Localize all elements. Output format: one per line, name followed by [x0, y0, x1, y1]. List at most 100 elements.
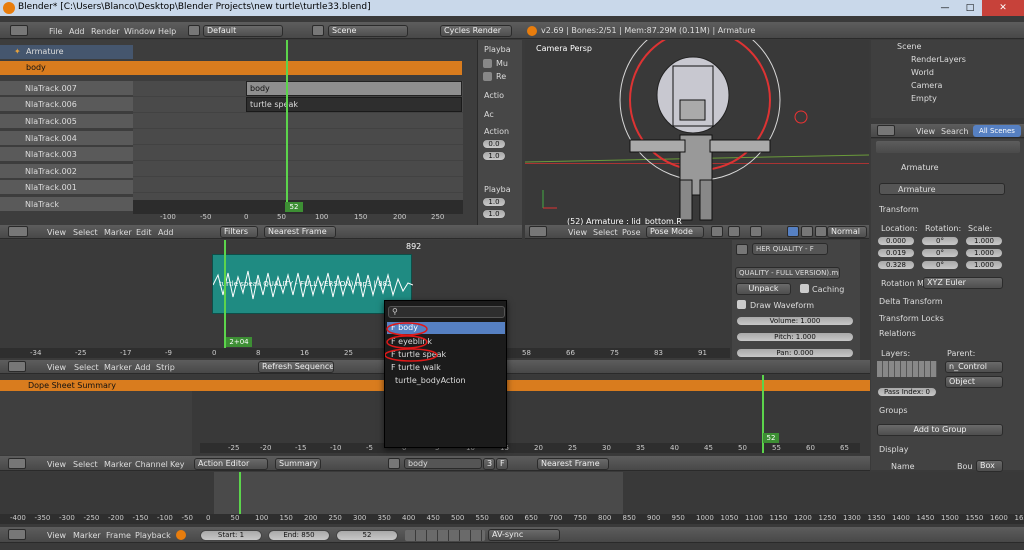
end-frame-field[interactable]: End: 850	[268, 530, 330, 541]
current-frame-field[interactable]: 52	[336, 530, 398, 541]
outliner-item-scene[interactable]: Scene	[897, 43, 921, 51]
editor-mode-select[interactable]: Action Editor	[194, 458, 268, 470]
menu-view[interactable]: View	[47, 228, 66, 237]
screen-layout-field[interactable]: Default	[203, 25, 283, 37]
shading-icon[interactable]	[711, 226, 723, 237]
action-end-field[interactable]: 1.0	[482, 151, 506, 161]
editor-type-icon[interactable]	[10, 25, 28, 36]
refresh-sequencer-button[interactable]: Refresh Sequencer	[258, 361, 334, 373]
add-to-group-button[interactable]: Add to Group	[877, 424, 1003, 436]
menu-frame[interactable]: Frame	[106, 531, 131, 540]
menu-marker[interactable]: Marker	[104, 363, 132, 372]
menu-key[interactable]: Key	[170, 460, 185, 469]
nla-strip-body[interactable]: body	[246, 81, 462, 96]
menu-strip[interactable]: Strip	[156, 363, 175, 372]
menu-marker[interactable]: Marker	[104, 228, 132, 237]
menu-add[interactable]: Add	[135, 363, 151, 372]
close-button[interactable]: ✕	[982, 0, 1024, 16]
parent-type-select[interactable]: Object	[945, 376, 1003, 388]
menu-view[interactable]: View	[47, 363, 66, 372]
menu-view[interactable]: View	[568, 228, 587, 237]
sync-mode-select[interactable]: AV-sync	[488, 529, 560, 541]
playback-controls[interactable]	[405, 530, 485, 541]
snap-select[interactable]: Nearest Frame	[264, 226, 336, 238]
transform-panel-header[interactable]: Transform	[879, 206, 919, 214]
outliner-item-camera[interactable]: Camera	[911, 82, 942, 90]
menu-select[interactable]: Select	[74, 363, 99, 372]
object-name-field[interactable]: Armature	[879, 183, 1005, 195]
groups-header[interactable]: Groups	[879, 407, 908, 415]
nla-track-row[interactable]: NlaTrack	[0, 197, 133, 212]
menu-search[interactable]: Search	[941, 127, 968, 136]
record-icon[interactable]	[176, 530, 186, 540]
menu-select[interactable]: Select	[593, 228, 618, 237]
mode-select[interactable]: Pose Mode	[646, 226, 704, 238]
menu-view[interactable]: View	[916, 127, 935, 136]
outliner-item-renderlayers[interactable]: RenderLayers	[911, 56, 966, 64]
menu-select[interactable]: Select	[73, 460, 98, 469]
display-header[interactable]: Display	[879, 446, 909, 454]
nla-track-row[interactable]: NlaTrack.003	[0, 147, 133, 162]
menu-channel[interactable]: Channel	[135, 460, 168, 469]
action-name-field[interactable]: body	[404, 458, 482, 469]
pivot-icon[interactable]	[728, 226, 740, 237]
pitch-slider[interactable]: Pitch: 1.000	[736, 332, 854, 342]
volume-slider[interactable]: Volume: 1.000	[736, 316, 854, 326]
nla-armature-row[interactable]: ✦ Armature	[0, 45, 133, 59]
current-frame-line[interactable]	[224, 240, 226, 350]
menu-view[interactable]: View	[47, 460, 66, 469]
outliner-filter-select[interactable]: All Scenes	[973, 125, 1021, 137]
orientation-select[interactable]: Normal	[827, 226, 867, 238]
manipulator-icon[interactable]	[750, 226, 762, 237]
3d-viewport[interactable]: Camera Persp (52) Armature : lid_bottom.…	[525, 40, 869, 226]
caching-checkbox[interactable]	[800, 284, 809, 293]
scene-field[interactable]: Scene	[328, 25, 408, 37]
nla-track-row[interactable]: NlaTrack.001	[0, 180, 133, 195]
scale-z-field[interactable]: 1.000	[965, 260, 1003, 270]
action-start-field[interactable]: 0.0	[482, 139, 506, 149]
menu-window[interactable]: Window	[124, 27, 156, 36]
menu-file[interactable]: File	[49, 27, 62, 36]
nla-track-row[interactable]: NlaTrack.006	[0, 97, 133, 112]
transform-locks-header[interactable]: Transform Locks	[879, 315, 944, 323]
menu-pose[interactable]: Pose	[622, 228, 641, 237]
nla-track-row[interactable]: NlaTrack.004	[0, 131, 133, 146]
menu-render[interactable]: Render	[91, 27, 119, 36]
start-frame-field[interactable]: Start: 1	[200, 530, 262, 541]
filters-toggle[interactable]: Filters	[220, 226, 258, 238]
outliner-item-world[interactable]: World	[911, 69, 934, 77]
rotation-y-field[interactable]: 0°	[921, 248, 959, 258]
playback-end-field[interactable]: 1.0	[482, 209, 506, 219]
menu-playback[interactable]: Playback	[135, 531, 171, 540]
unpack-button[interactable]: Unpack	[736, 283, 791, 295]
editor-type-icon[interactable]	[877, 125, 895, 136]
menu-help[interactable]: Help	[158, 27, 176, 36]
location-z-field[interactable]: 0.328	[877, 260, 915, 270]
properties-tabs[interactable]	[876, 141, 1020, 153]
nla-track-row[interactable]: NlaTrack.005	[0, 114, 133, 129]
sound-strip[interactable]: turtle speak QUALITY - FULL VERSION).mp3…	[212, 254, 414, 314]
scale-x-field[interactable]: 1.000	[965, 236, 1003, 246]
rotate-icon[interactable]	[801, 226, 813, 237]
rotation-z-field[interactable]: 0°	[921, 260, 959, 270]
menu-add[interactable]: Add	[158, 228, 174, 237]
editor-type-icon[interactable]	[8, 361, 26, 372]
menu-marker[interactable]: Marker	[104, 460, 132, 469]
snap-select[interactable]: Nearest Frame	[537, 458, 609, 470]
action-browse-icon[interactable]	[388, 458, 400, 469]
render-engine-select[interactable]: Cycles Render	[440, 25, 512, 37]
playback-start-field[interactable]: 1.0	[482, 197, 506, 207]
screen-layout-icon[interactable]	[188, 25, 200, 36]
draw-waveform-checkbox[interactable]	[737, 300, 746, 309]
fake-user-toggle[interactable]: F	[496, 458, 508, 470]
mute-checkbox[interactable]	[483, 59, 492, 68]
delta-transform-header[interactable]: Delta Transform	[879, 298, 943, 306]
nla-track-row[interactable]: NlaTrack.002	[0, 164, 133, 179]
rotation-x-field[interactable]: 0°	[921, 236, 959, 246]
sound-datablock-field[interactable]: HER QUALITY - F	[752, 243, 828, 255]
nla-strip-turtle-speak[interactable]: turtle speak	[246, 97, 462, 112]
menu-view[interactable]: View	[47, 531, 66, 540]
relations-header[interactable]: Relations	[879, 330, 916, 338]
location-x-field[interactable]: 0.000	[877, 236, 915, 246]
current-frame-line[interactable]	[239, 472, 241, 516]
